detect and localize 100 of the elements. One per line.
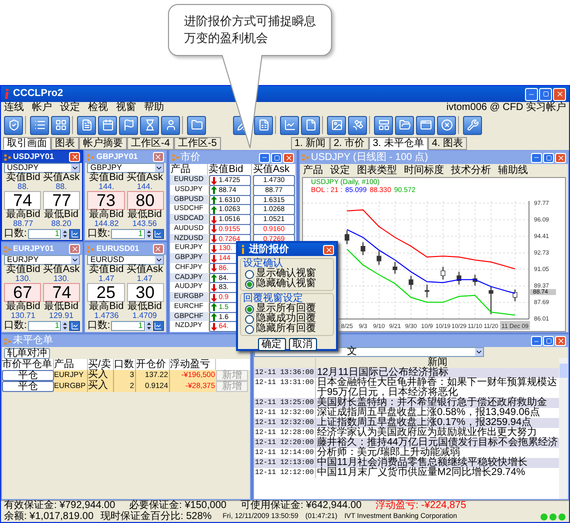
toolbar-button[interactable] <box>30 116 49 134</box>
candlestick <box>376 250 382 266</box>
toolbar-button[interactable] <box>4 116 23 134</box>
radio-button[interactable] <box>245 324 254 334</box>
toolbar-button[interactable] <box>98 116 117 134</box>
menu-item[interactable]: 帮助 <box>144 103 164 113</box>
toolbar-button[interactable] <box>187 116 206 134</box>
tab[interactable]: 工作区-4 <box>127 137 174 150</box>
symbol-select[interactable]: EURUSD <box>87 255 164 265</box>
close-button[interactable] <box>69 152 80 162</box>
dropdown-icon <box>475 348 483 356</box>
dialog-button[interactable]: 取消 <box>288 338 316 351</box>
news-headline[interactable]: 上证指数周五早盘收盘上涨0.17%，报3259.94点 <box>316 418 559 428</box>
maximize-button[interactable] <box>543 336 554 346</box>
maximize-button[interactable] <box>271 152 282 162</box>
toolbar-button[interactable] <box>77 116 96 134</box>
close-button[interactable] <box>553 88 566 100</box>
tab[interactable]: 2. 市价 <box>330 137 369 150</box>
dialog-button[interactable]: 确定 <box>258 338 286 351</box>
bid-label: 卖值Bid <box>4 265 42 275</box>
minimize-button[interactable] <box>525 88 538 100</box>
radio-button[interactable] <box>245 280 254 288</box>
toolbar-button[interactable] <box>374 116 393 134</box>
symbol-select[interactable]: EURJPY <box>4 255 80 265</box>
toolbar-button[interactable] <box>161 116 180 134</box>
radio-button[interactable] <box>245 314 254 324</box>
menu-item[interactable]: 设定 <box>60 103 80 113</box>
radio-button[interactable] <box>245 270 254 278</box>
menu-item[interactable]: 帐户 <box>32 103 52 113</box>
hourglass-icon <box>144 119 156 131</box>
ask-label: 买值Ask <box>42 265 80 275</box>
close-position-button[interactable]: 平仓 <box>2 370 54 381</box>
close-button[interactable] <box>283 152 294 162</box>
low-value: 88.20 <box>50 220 72 228</box>
toolbar-button[interactable] <box>140 116 159 134</box>
news-headline[interactable]: 12月11日国际已公布经济指标 <box>316 368 559 378</box>
radio-button[interactable] <box>245 304 254 314</box>
news-headline[interactable]: 美国财长盖特纳：并不希望银行急于偿还政府救助金 <box>316 398 559 408</box>
close-button[interactable] <box>555 336 566 346</box>
news-headline[interactable]: 分析师：美元/瑞郎上升动能减弱 <box>316 448 559 458</box>
window-title: CCCLPro2 <box>13 89 64 99</box>
toolbar-button[interactable] <box>51 116 70 134</box>
chart-button[interactable] <box>69 229 80 239</box>
toolbar-button[interactable] <box>301 116 320 134</box>
dots-icon <box>4 154 11 160</box>
app-icon <box>4 89 10 99</box>
symbol-select[interactable]: GBPJPY <box>87 163 164 173</box>
dots-icon <box>172 154 179 161</box>
toolbar-button[interactable] <box>348 116 367 134</box>
close-button[interactable] <box>323 244 334 254</box>
tab[interactable]: 取引画面 <box>3 137 51 150</box>
toolbar-button[interactable] <box>327 116 346 134</box>
menu-item[interactable]: 技术分析 <box>451 166 491 176</box>
menu-item[interactable]: 视窗 <box>116 103 136 113</box>
maximize-button[interactable] <box>543 152 554 162</box>
tab[interactable]: 帐户摘要 <box>79 137 127 150</box>
news-headline[interactable]: 藤井裕久：推持44万亿日元国债发行目标不会拖累经济 <box>316 438 559 448</box>
chart-button[interactable] <box>152 321 164 331</box>
tab[interactable]: 1. 新闻 <box>290 137 330 150</box>
menu-item[interactable]: 产品 <box>303 166 323 176</box>
tab[interactable]: 图表 <box>51 137 79 150</box>
maximize-button[interactable] <box>539 88 552 100</box>
news-headline[interactable]: 中国11月社会消费品零售总额继续平稳较快增长 <box>316 458 559 468</box>
toolbar-button[interactable] <box>416 116 435 134</box>
menu-item[interactable]: 图表类型 <box>357 166 397 176</box>
minimize-button[interactable] <box>259 152 270 162</box>
news-headline[interactable]: 经济学家认为美国政府应为鼓励就业作出更大努力 <box>316 428 559 438</box>
tab[interactable]: 4. 图表 <box>428 137 467 150</box>
menu-item[interactable]: 检视 <box>88 103 108 113</box>
news-headline[interactable]: 深证成指周五早盘收盘上涨0.58%，报13,949.06点 <box>316 408 559 418</box>
minimize-button[interactable] <box>531 336 542 346</box>
close-button[interactable] <box>555 152 566 162</box>
ask-label: 买值Ask <box>126 265 164 275</box>
chart-button[interactable] <box>69 321 80 331</box>
toolbar-button[interactable] <box>254 116 273 134</box>
close-button[interactable] <box>152 152 164 162</box>
lots-field[interactable]: 1 <box>111 229 145 239</box>
menu-item[interactable]: 时间标度 <box>404 166 444 176</box>
toolbar-button[interactable] <box>280 116 299 134</box>
menu-item[interactable]: 辅助线 <box>498 166 528 176</box>
toolbar-button[interactable] <box>437 116 456 134</box>
hedge-button[interactable]: 轧单对冲 <box>4 348 50 358</box>
symbol-select[interactable]: USDJPY <box>4 163 80 173</box>
news-headline[interactable]: 中国11月末广义货币供应量M2同比增长29.74% <box>316 468 559 478</box>
minimize-button[interactable] <box>531 152 542 162</box>
tab[interactable]: 3. 未平仓单 <box>368 137 428 150</box>
menu-item[interactable]: 设定 <box>330 166 350 176</box>
toolbar-button[interactable] <box>119 116 138 134</box>
close-button[interactable] <box>152 244 164 254</box>
chart-button[interactable] <box>152 229 164 239</box>
tab[interactable]: 工作区-5 <box>174 137 221 150</box>
toolbar-button[interactable] <box>395 116 414 134</box>
dots-icon <box>302 154 309 161</box>
status-text: 浮动盈亏: -¥224,875 <box>376 501 466 512</box>
menu-item[interactable]: 连线 <box>4 103 24 113</box>
toolbar-button[interactable] <box>463 116 482 134</box>
news-headline[interactable]: 日本金融特任大臣龟井静香：如果下一财年预算规模达于95万亿日元，日本经济将恶化 <box>316 378 559 398</box>
close-button[interactable] <box>69 244 80 254</box>
lots-field[interactable]: 1 <box>111 321 145 331</box>
close-position-button[interactable]: 平仓 <box>2 381 54 392</box>
